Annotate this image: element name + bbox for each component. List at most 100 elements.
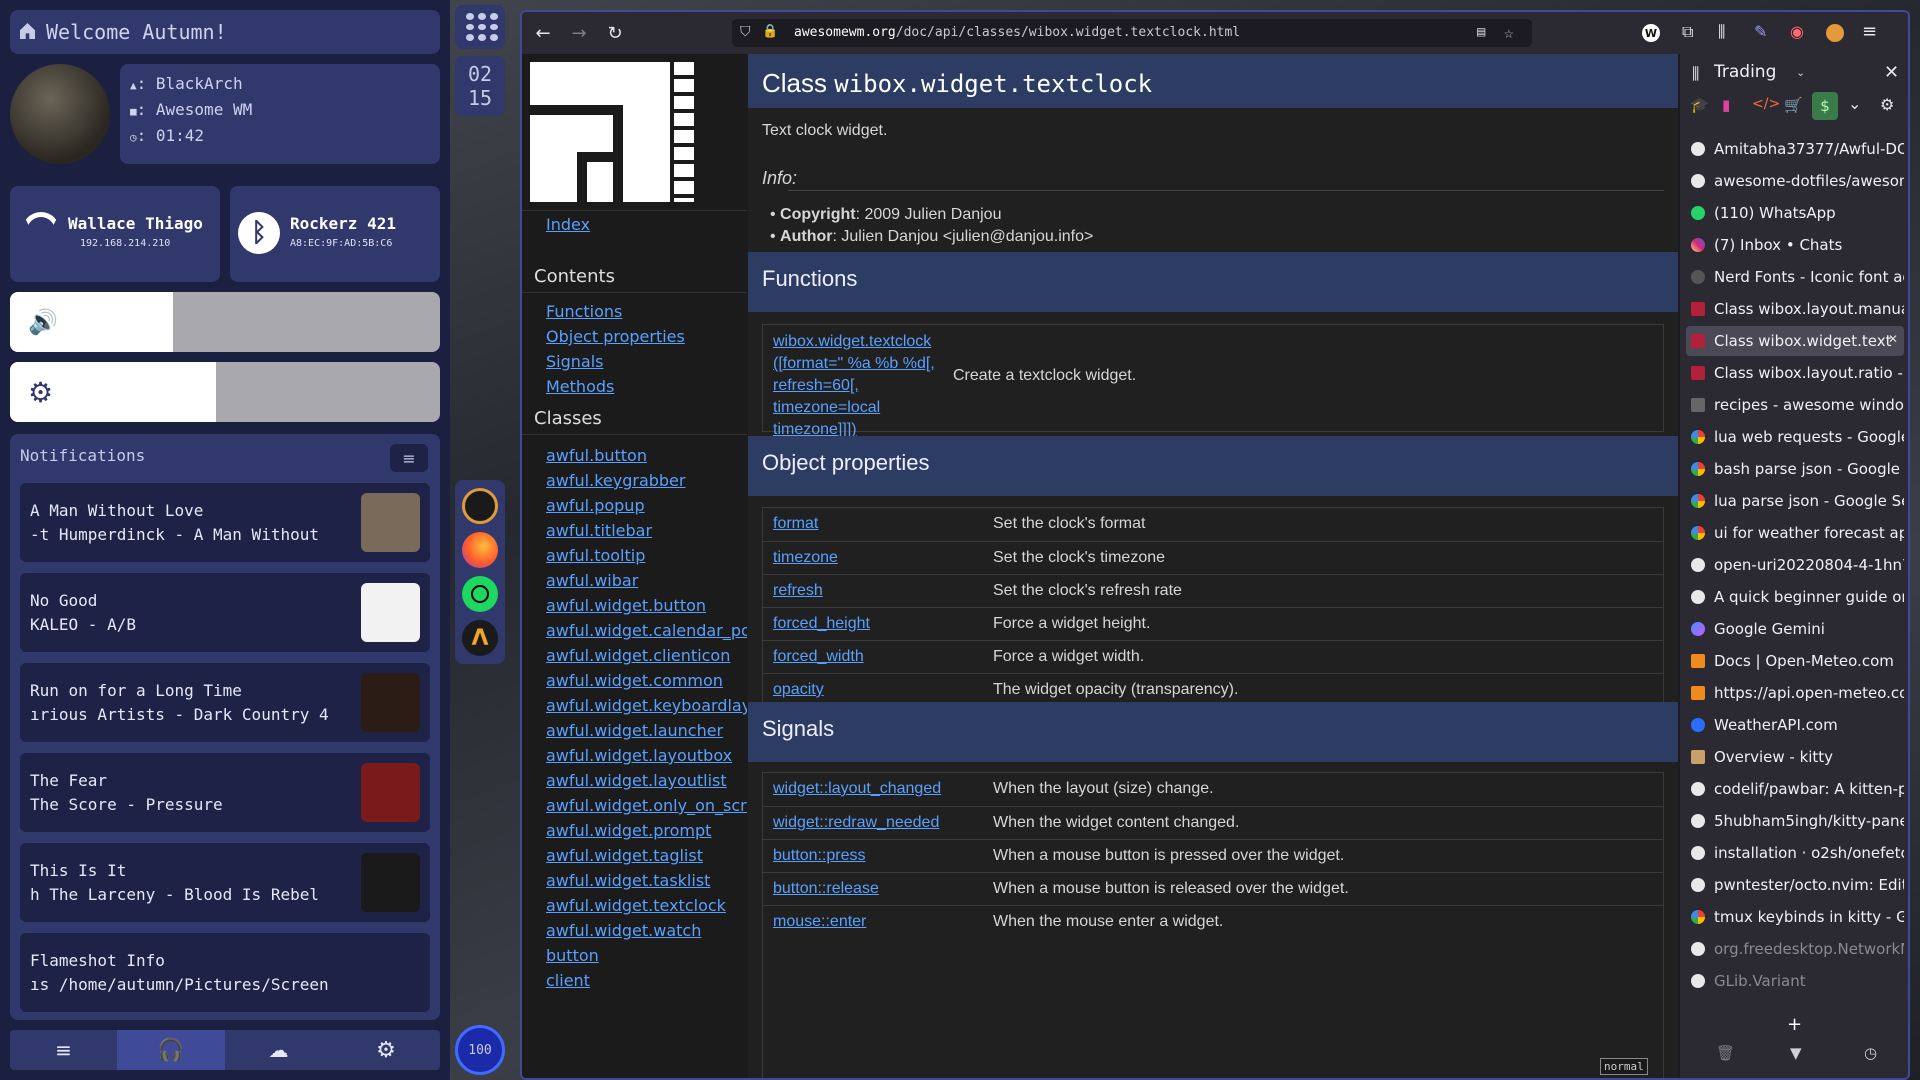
tab-item[interactable]: codelif/pawbar: A kitten-pa	[1686, 774, 1904, 804]
notes-icon[interactable]: ▮	[1722, 96, 1730, 114]
toc-class-link[interactable]: awful.widget.prompt	[546, 821, 711, 840]
notification-card[interactable]: The Fear The Score - Pressure	[20, 753, 430, 832]
toc-class-link[interactable]: awful.widget.launcher	[546, 721, 723, 740]
member-link[interactable]: button::press	[773, 847, 866, 865]
tab-item[interactable]: GLib.Variant	[1686, 966, 1904, 996]
education-icon[interactable]: 🎓	[1690, 96, 1709, 114]
toc-class-link[interactable]: awful.button	[546, 446, 647, 465]
toc-class-link[interactable]: awful.keygrabber	[546, 471, 685, 490]
app-launcher-button[interactable]	[455, 5, 505, 49]
sidebar-switcher-icon[interactable]: ⫼	[1692, 64, 1699, 84]
tab-item[interactable]: 5hubham5ingh/kitty-panel	[1686, 806, 1904, 836]
toc-class-link[interactable]: awful.popup	[546, 496, 645, 515]
reader-view-icon[interactable]: ▤	[1477, 24, 1485, 40]
toc-class-link[interactable]: awful.widget.common	[546, 671, 723, 690]
toc-contents-link[interactable]: Signals	[546, 352, 603, 371]
function-signature-line[interactable]: timezone=local	[773, 397, 935, 419]
wifi-tile[interactable]: Wallace Thiago 192.168.214.210	[10, 186, 220, 282]
notification-card[interactable]: No Good KALEO - A/B	[20, 573, 430, 652]
pen-icon[interactable]: ✎	[1754, 22, 1767, 41]
tab-item[interactable]: installation · o2sh/onefetch	[1686, 838, 1904, 868]
tab-item[interactable]: WeatherAPI.com	[1686, 710, 1904, 740]
tab-item[interactable]: Class wibox.layout.ratio - a	[1686, 358, 1904, 388]
tab-item[interactable]: https://api.open-meteo.com	[1686, 678, 1904, 708]
cookie-icon[interactable]	[1826, 24, 1844, 42]
member-link[interactable]: opacity	[773, 681, 824, 699]
reload-icon[interactable]: ↻	[602, 20, 628, 46]
trash-icon[interactable]: 🗑	[1716, 1044, 1735, 1062]
member-link[interactable]: forced_width	[773, 648, 864, 666]
tab-item[interactable]: Class wibox.widget.text ✕	[1686, 326, 1904, 356]
tab-item[interactable]: awesome-dotfiles/awesom	[1686, 166, 1904, 196]
mask-icon[interactable]: ◉	[1790, 22, 1804, 41]
toc-class-link[interactable]: awful.widget.taglist	[546, 846, 703, 865]
bookmark-icon[interactable]: ▼	[1790, 1044, 1802, 1062]
tab-item[interactable]: Amitabha37377/Awful-DOT	[1686, 134, 1904, 164]
tab-item[interactable]: ui for weather forecast app	[1686, 518, 1904, 548]
arch-launcher-icon[interactable]: Λ	[462, 620, 498, 656]
member-link[interactable]: widget::redraw_needed	[773, 814, 939, 832]
tab-item[interactable]: Class wibox.layout.manual	[1686, 294, 1904, 324]
tab-item[interactable]: open-uri20220804-4-1hn73	[1686, 550, 1904, 580]
extensions-icon[interactable]: ⧉	[1682, 22, 1693, 42]
tab-item[interactable]: (7) Inbox • Chats	[1686, 230, 1904, 260]
toc-class-link[interactable]: awful.widget.only_on_scre	[546, 796, 747, 815]
more-chevron-icon[interactable]: ⌄	[1848, 94, 1861, 113]
tab-item[interactable]: recipes - awesome window	[1686, 390, 1904, 420]
close-tab-icon[interactable]: ✕	[1888, 332, 1898, 346]
spotify-icon[interactable]	[462, 576, 498, 612]
forward-icon[interactable]: →	[566, 20, 592, 46]
tab-item[interactable]: pwntester/octo.nvim: Edit a	[1686, 870, 1904, 900]
function-signature[interactable]: wibox.widget.textclock ([format=" %a %b %…	[773, 331, 935, 441]
sidebar-title[interactable]: Trading	[1714, 62, 1776, 82]
toc-class-link[interactable]: awful.widget.keyboardlayo	[546, 696, 747, 715]
toc-class-link[interactable]: awful.titlebar	[546, 521, 652, 540]
toc-contents-link[interactable]: Methods	[546, 377, 614, 396]
sidebar-title-chevron-icon[interactable]: ⌄	[1796, 66, 1805, 79]
tab-item[interactable]: lua web requests - Google	[1686, 422, 1904, 452]
tab-item[interactable]: org.freedesktop.NetworkM	[1686, 934, 1904, 964]
firefox-icon[interactable]	[462, 532, 498, 568]
code-icon[interactable]: </>	[1752, 96, 1780, 112]
toc-class-link[interactable]: awful.tooltip	[546, 546, 645, 565]
tab-item[interactable]: tmux keybinds in kitty - Goo	[1686, 902, 1904, 932]
volume-slider[interactable]: 🔊	[10, 292, 440, 352]
clear-notifications-icon[interactable]: ≡	[390, 444, 428, 472]
notification-card[interactable]: Run on for a Long Time ırious Artists - D…	[20, 663, 430, 742]
terminal-icon[interactable]	[462, 488, 498, 524]
tab-item[interactable]: (110) WhatsApp	[1686, 198, 1904, 228]
tab-item[interactable]: Docs | Open-Meteo.com	[1686, 646, 1904, 676]
function-signature-line[interactable]: wibox.widget.textclock	[773, 331, 935, 353]
close-sidebar-icon[interactable]: ✕	[1884, 62, 1899, 83]
member-link[interactable]: widget::layout_changed	[773, 780, 941, 798]
notification-card[interactable]: A Man Without Love -t Humperdinck - A Man…	[20, 483, 430, 562]
toc-class-link[interactable]: awful.widget.clienticon	[546, 646, 730, 665]
member-link[interactable]: forced_height	[773, 615, 870, 633]
menu-icon[interactable]: ≡	[10, 1030, 117, 1070]
bookmark-star-icon[interactable]: ☆	[1504, 23, 1514, 42]
cart-icon[interactable]: 🛒	[1784, 96, 1803, 114]
extension-w-icon[interactable]: W	[1642, 24, 1660, 42]
toc-class-link[interactable]: awful.widget.layoutbox	[546, 746, 732, 765]
brightness-slider[interactable]: ⚙	[10, 362, 440, 422]
history-icon[interactable]: ◷	[1864, 1044, 1877, 1062]
notification-card[interactable]: This Is It h The Larceny - Blood Is Rebel	[20, 843, 430, 922]
tab-item[interactable]: Overview - kitty	[1686, 742, 1904, 772]
member-link[interactable]: format	[773, 515, 818, 533]
dollar-icon[interactable]: $	[1812, 92, 1838, 120]
member-link[interactable]: mouse::enter	[773, 913, 866, 931]
toc-contents-link[interactable]: Object properties	[546, 327, 685, 346]
sidebar-settings-icon[interactable]: ⚙	[1880, 95, 1894, 114]
tab-item[interactable]: A quick beginner guide on	[1686, 582, 1904, 612]
tab-item[interactable]: Nerd Fonts - Iconic font ag	[1686, 262, 1904, 292]
toc-class-link[interactable]: awful.widget.textclock	[546, 896, 726, 915]
new-tab-icon[interactable]: +	[1787, 1014, 1802, 1035]
avatar[interactable]	[10, 64, 110, 164]
index-link[interactable]: Index	[546, 215, 590, 234]
function-signature-line[interactable]: ([format=" %a %b %d[,	[773, 353, 935, 375]
toc-contents-link[interactable]: Functions	[546, 302, 622, 321]
toc-class-link[interactable]: client	[546, 971, 590, 990]
toc-class-link[interactable]: awful.widget.tasklist	[546, 871, 710, 890]
sidebar-toggle-icon[interactable]: ⫼	[1718, 22, 1725, 42]
headphones-icon[interactable]: 🎧	[117, 1030, 225, 1070]
